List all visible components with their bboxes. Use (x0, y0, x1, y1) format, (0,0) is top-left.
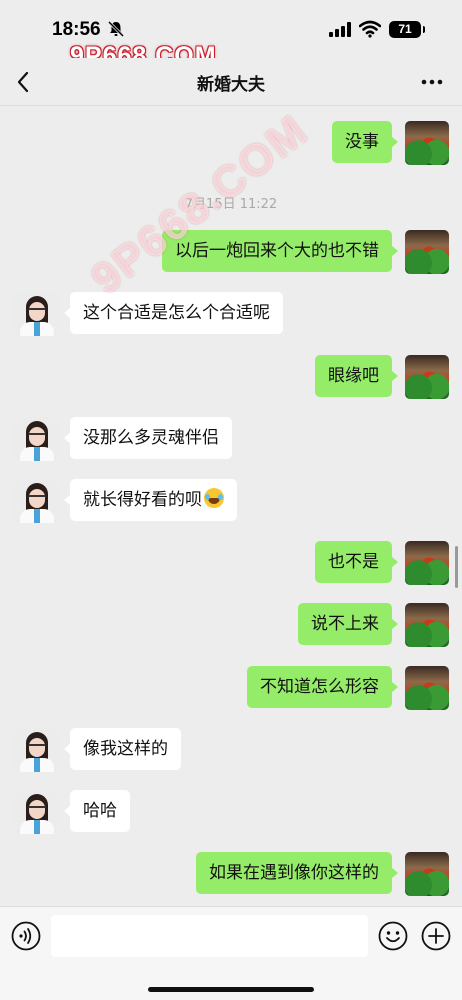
message-bubble-self[interactable]: 说不上来 (298, 603, 398, 645)
nav-bar: 新婚大夫 (0, 58, 462, 106)
message-bubble-other[interactable]: 没那么多灵魂伴侣 (64, 417, 232, 459)
contact-avatar[interactable] (14, 728, 58, 772)
status-time: 18:56 (52, 19, 101, 40)
chat-area[interactable]: 没事 7月15日 11:22 以后一炮回来个大的也不错 这个合适是怎么个合适呢 … (0, 106, 462, 906)
self-avatar[interactable] (405, 230, 449, 274)
message-bubble-self[interactable]: 不知道怎么形容 (247, 666, 398, 708)
home-indicator[interactable] (148, 987, 314, 992)
message-bubble-other[interactable]: 像我这样的 (64, 728, 181, 770)
contact-avatar[interactable] (14, 479, 58, 523)
message-bubble-other[interactable]: 就长得好看的呗 (64, 479, 237, 521)
contact-avatar[interactable] (14, 292, 58, 336)
page-title: 新婚大夫 (197, 75, 265, 95)
wifi-icon (359, 20, 381, 38)
message-input[interactable] (51, 915, 368, 957)
contact-avatar[interactable] (14, 417, 58, 461)
self-avatar[interactable] (405, 355, 449, 399)
message-bubble-self[interactable]: 眼缘吧 (315, 355, 398, 397)
message-bubble-self[interactable]: 如果在遇到像你这样的 (196, 852, 398, 894)
message-bubble-other[interactable]: 这个合适是怎么个合适呢 (64, 292, 283, 334)
message-timestamp: 7月15日 11:22 (184, 197, 278, 212)
voice-icon[interactable] (11, 921, 41, 951)
scroll-indicator[interactable] (455, 546, 458, 588)
self-avatar[interactable] (405, 121, 449, 165)
signal-icon (329, 22, 351, 37)
laughing-tears-emoji-icon (204, 488, 224, 508)
input-bar (0, 906, 462, 1000)
battery-icon: 71 (389, 21, 425, 38)
emoji-icon[interactable] (378, 921, 408, 951)
message-bubble-self[interactable]: 也不是 (315, 541, 398, 583)
self-avatar[interactable] (405, 852, 449, 896)
self-avatar[interactable] (405, 666, 449, 710)
self-avatar[interactable] (405, 541, 449, 585)
message-bubble-self[interactable]: 以后一炮回来个大的也不错 (162, 230, 398, 272)
bell-slash-icon (107, 20, 125, 38)
plus-icon[interactable] (421, 921, 451, 951)
message-text: 就长得好看的呗 (83, 490, 202, 510)
self-avatar[interactable] (405, 603, 449, 647)
more-dots-icon[interactable] (418, 72, 446, 92)
message-bubble-other[interactable]: 哈哈 (64, 790, 130, 832)
contact-avatar[interactable] (14, 790, 58, 834)
message-bubble-self[interactable]: 没事 (332, 121, 398, 163)
